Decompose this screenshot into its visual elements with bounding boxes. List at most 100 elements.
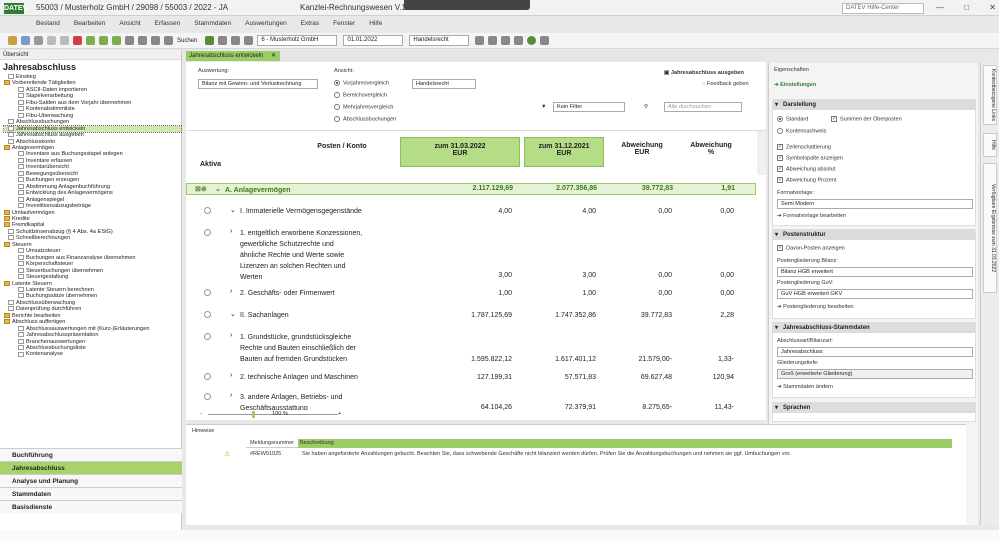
zoom-out-button[interactable]: - — [200, 411, 202, 417]
tool-icon[interactable] — [488, 36, 498, 45]
tool-icon[interactable] — [540, 36, 550, 45]
feedback-link[interactable]: ◌ Feedback geben — [702, 81, 749, 87]
back-icon[interactable] — [47, 36, 56, 45]
table-row[interactable]: › 2. technische Anlagen und Maschinen 127.… — [186, 371, 756, 385]
stammdaten-header[interactable]: Jahresabschluss-Stammdaten — [773, 323, 975, 333]
vtab-ergebnisse[interactable]: Verfügbare Ergebnisse zum 31.03.2022 — [983, 163, 997, 293]
checkbox-abw-abs[interactable]: ✓ Abweichung absolut — [777, 166, 835, 172]
checkbox-summen[interactable]: ✓ Summen der Oberposten — [831, 116, 902, 122]
maximize-icon[interactable]: □ — [964, 3, 969, 12]
close-icon[interactable]: ✕ — [989, 3, 996, 12]
row-select-radio[interactable] — [204, 229, 211, 236]
menu-item-ansicht[interactable]: Ansicht — [119, 20, 140, 27]
tree-item[interactable]: Kontenanalyse — [4, 351, 181, 357]
zoom-in-button[interactable]: + — [338, 411, 341, 417]
table-row[interactable]: ⊠⊛ ⌄ A. Anlagevermögen 2.117.129,69 2.077.35… — [186, 183, 756, 195]
filter-icon[interactable]: ▼ — [541, 104, 547, 110]
search-label[interactable]: Suchen — [177, 38, 197, 44]
checkbox-symbol[interactable]: ✓ Symbolspalte anzeigen — [777, 155, 843, 161]
search-input[interactable]: Alle durchsuchen — [664, 102, 742, 112]
radio-kontennachweis[interactable]: Kontennachweis — [777, 128, 826, 134]
menu-item-erfassen[interactable]: Erfassen — [155, 20, 181, 27]
table-row[interactable]: › 1. entgeltlich erworbene Konzessionen, … — [186, 227, 756, 283]
tool-icon[interactable] — [99, 36, 108, 45]
chevron-right-icon[interactable]: › — [230, 372, 232, 379]
nav-analyse-und-planung[interactable]: Analyse und Planung — [0, 474, 182, 487]
tool-icon[interactable] — [514, 36, 524, 45]
nav-buchführung[interactable]: Buchführung — [0, 448, 182, 461]
checkbox-abw-proz[interactable]: ✓ Abweichung Prozent — [777, 177, 836, 183]
tool-icon[interactable] — [112, 36, 121, 45]
row-select-radio[interactable] — [204, 393, 211, 400]
client-select[interactable]: 6 - Musterholz GmbH — [257, 35, 338, 46]
sprachen-header[interactable]: Sprachen — [773, 403, 975, 413]
chevron-right-icon[interactable]: › — [230, 392, 232, 399]
save-icon[interactable] — [21, 36, 30, 45]
chevron-down-icon[interactable]: ⌄ — [230, 206, 236, 214]
row-select-radio[interactable] — [204, 311, 211, 318]
row-select-radio[interactable] — [204, 333, 211, 340]
table-row[interactable]: ⌄ I. Immaterielle Vermögensgegenstände 4,0… — [186, 205, 756, 219]
tool-icon[interactable] — [86, 36, 95, 45]
tool-icon[interactable] — [218, 36, 228, 45]
table-row[interactable]: › 1. Grundstücke, grundstücksgleiche Rech… — [186, 331, 756, 367]
zoom-handle[interactable] — [252, 411, 255, 418]
radio-abschlussbuchungen[interactable]: Abschlussbuchungen — [334, 116, 396, 122]
radio-mehrjahresvergleich[interactable]: Mehrjahresvergleich — [334, 104, 393, 110]
auswertung-select[interactable]: Bilanz mit Gewinn- und Verlustrechnung — [198, 79, 318, 89]
menu-item-bearbeiten[interactable]: Bearbeiten — [74, 20, 105, 27]
formatvorlage-select[interactable]: Semi Modern — [777, 199, 973, 209]
pg-bilanz-select[interactable]: Bilanz HGB erweitert — [777, 267, 973, 277]
vtab-hilfe[interactable]: Hilfe — [983, 133, 997, 157]
filter-select[interactable]: Kein Filter — [553, 102, 625, 112]
tool-icon[interactable] — [231, 36, 241, 45]
nav-stammdaten[interactable]: Stammdaten — [0, 487, 182, 500]
stammdaten-link[interactable]: ➔ Stammdaten ändern — [777, 384, 833, 390]
einstellungen-link[interactable]: ➔ Einstellungen — [774, 82, 816, 88]
refresh-icon[interactable] — [205, 36, 215, 45]
forward-icon[interactable] — [60, 36, 69, 45]
radio-vorjahresvergleich[interactable]: Vorjahresvergleich — [334, 80, 389, 86]
grid-icon[interactable] — [138, 36, 147, 45]
recht-select[interactable]: Handelsrecht — [412, 79, 476, 89]
menu-item-stammdaten[interactable]: Stammdaten — [194, 20, 231, 27]
quick-bar[interactable] — [404, 0, 530, 10]
print-icon[interactable] — [34, 36, 43, 45]
chevron-right-icon[interactable]: › — [230, 332, 232, 339]
ausgeben-button[interactable]: ▣ Jahresabschluss ausgeben — [664, 70, 744, 76]
formatvorlage-link[interactable]: ➔ Formatvorlage bearbeiten — [777, 213, 846, 219]
close-icon[interactable]: ✕ — [271, 53, 276, 59]
nav-jahresabschluss[interactable]: Jahresabschluss — [0, 461, 182, 474]
col-beschreibung[interactable]: Beschreibung — [298, 439, 952, 448]
chevron-right-icon[interactable]: › — [230, 228, 232, 235]
hinweise-row[interactable]: ⚠ #REW91025 Sie haben angeforderte Anzah… — [222, 449, 952, 459]
checkbox-zeilen[interactable]: ✓ Zeilenschattierung — [777, 144, 831, 150]
minimize-icon[interactable]: — — [936, 3, 944, 12]
tool-icon[interactable] — [244, 36, 254, 45]
tab-jahresabschluss-entwickeln[interactable]: Jahresabschluss entwickeln ✕ — [186, 51, 280, 61]
radio-bereichsvergleich[interactable]: Bereichsvergleich — [334, 92, 387, 98]
col-meldungsnummer[interactable]: Meldungsnummer — [250, 440, 294, 446]
menu-item-fenster[interactable]: Fenster — [333, 20, 355, 27]
open-icon[interactable] — [8, 36, 17, 45]
delete-icon[interactable] — [73, 36, 82, 45]
pg-guv-select[interactable]: GuV HGB erweitert GKV — [777, 289, 973, 299]
row-select-radio[interactable] — [204, 289, 211, 296]
binoculars-icon[interactable] — [164, 36, 173, 45]
grid-icon[interactable] — [125, 36, 134, 45]
help-search-input[interactable]: DATEV Hilfe-Center — [842, 3, 924, 14]
search-icon[interactable]: ⚲ — [644, 104, 648, 110]
radio-standard[interactable]: Standard — [777, 116, 808, 122]
menu-item-extras[interactable]: Extras — [301, 20, 319, 27]
tool-icon[interactable] — [501, 36, 511, 45]
date-select[interactable]: 01.01.2022 — [343, 35, 404, 46]
postengliederung-link[interactable]: ➔ Postengliederung bearbeiten — [777, 304, 853, 310]
checkbox-davon[interactable]: ✓ Davon-Posten anzeigen — [777, 245, 845, 251]
chevron-down-icon[interactable]: ⌄ — [230, 310, 236, 318]
nav-basisdienste[interactable]: Basisdienste — [0, 500, 182, 513]
menu-item-hilfe[interactable]: Hilfe — [369, 20, 382, 27]
tool-icon[interactable] — [475, 36, 485, 45]
row-select-radio[interactable] — [204, 207, 211, 214]
menu-item-auswertungen[interactable]: Auswertungen — [245, 20, 287, 27]
table-row[interactable]: ⌄ II. Sachanlagen 1.787.125,69 1.747.352,86… — [186, 309, 756, 323]
